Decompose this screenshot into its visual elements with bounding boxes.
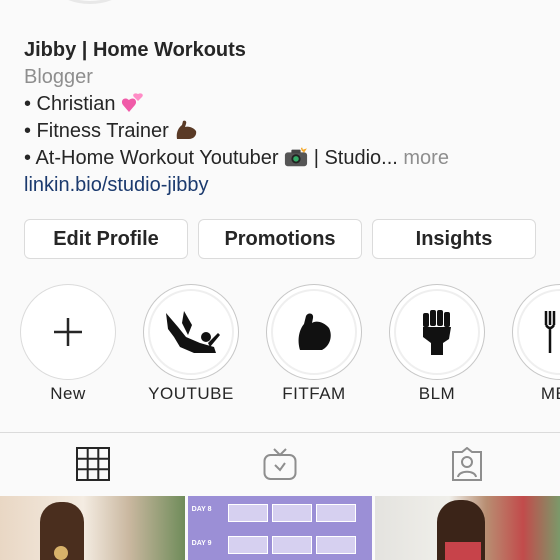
highlight-label: YOUTUBE	[148, 384, 234, 403]
schedule-tile	[315, 504, 356, 522]
posts-grid: DAY 8 DAY 9	[0, 496, 560, 560]
schedule-tile	[227, 536, 268, 554]
schedule-tile	[227, 504, 268, 522]
tagged-person-icon	[451, 447, 482, 481]
bio-line-text: • Christian	[24, 93, 116, 115]
clock-prop	[54, 546, 68, 560]
highlight-ring	[512, 284, 560, 380]
highlight-new[interactable]: New	[20, 284, 116, 404]
highlight-label: BLM	[418, 384, 456, 403]
post-thumbnail[interactable]	[0, 496, 185, 560]
profile-tabs	[0, 433, 560, 495]
red-top	[445, 542, 482, 560]
story-highlights: New YOUTUBE FITFAM BLM M	[0, 284, 560, 414]
profile-category: Blogger	[24, 66, 93, 88]
schedule-tile	[271, 504, 312, 522]
tab-igtv[interactable]	[187, 433, 374, 495]
highlight-ring	[143, 284, 239, 380]
schedule-tile	[271, 536, 312, 554]
bio-line-suffix: | Studio...	[313, 147, 398, 169]
highlight-fitfam[interactable]: FITFAM	[266, 284, 362, 404]
igtv-icon	[263, 448, 297, 480]
highlight-blm[interactable]: BLM	[389, 284, 485, 404]
flexed-arm-icon	[298, 313, 331, 350]
tab-tagged[interactable]	[373, 433, 560, 495]
highlight-ring	[20, 284, 116, 380]
tab-posts-grid[interactable]	[0, 433, 187, 495]
day-tag: DAY 9	[191, 540, 212, 547]
highlight-mea[interactable]: MEA	[512, 284, 560, 404]
bio-line: • Fitness Trainer	[24, 118, 544, 145]
highlight-label: MEA	[540, 384, 560, 403]
post-thumbnail[interactable]	[375, 496, 560, 560]
raised-fist-icon	[423, 310, 451, 355]
day-tag: DAY 8	[191, 506, 212, 513]
schedule-tile	[315, 536, 356, 554]
highlight-label: FITFAM	[282, 384, 346, 403]
insights-button[interactable]: Insights	[372, 219, 536, 259]
highlight-youtube[interactable]: YOUTUBE	[143, 284, 239, 404]
highlight-ring	[389, 284, 485, 380]
bio-line: • At-Home Workout Youtuber | Studio... m…	[24, 145, 544, 172]
flexed-biceps-emoji-icon	[177, 120, 197, 139]
post-thumbnail[interactable]: DAY 8 DAY 9	[187, 496, 373, 560]
profile-name: Jibby | Home Workouts	[24, 39, 246, 61]
highlight-ring	[266, 284, 362, 380]
bio-line: • Christian	[24, 91, 544, 118]
grid-icon	[76, 447, 111, 481]
promotions-button[interactable]: Promotions	[198, 219, 362, 259]
edit-profile-button[interactable]: Edit Profile	[24, 219, 188, 259]
workout-pose-icon	[166, 311, 220, 353]
bio-line-text: • At-Home Workout Youtuber	[24, 147, 279, 169]
profile-avatar[interactable]	[28, 0, 152, 4]
pink-hearts-emoji-icon	[122, 93, 143, 112]
highlight-label: New	[50, 384, 86, 403]
profile-link[interactable]: linkin.bio/studio-jibby	[24, 172, 544, 199]
profile-bio: Jibby | Home Workouts Blogger • Christia…	[24, 37, 544, 199]
camera-emoji-icon	[285, 147, 308, 167]
plus-icon	[54, 318, 82, 346]
more-link[interactable]: more	[403, 147, 449, 169]
bio-line-text: • Fitness Trainer	[24, 120, 169, 142]
fork-knife-icon	[544, 311, 556, 353]
profile-actions: Edit Profile Promotions Insights	[24, 219, 536, 259]
